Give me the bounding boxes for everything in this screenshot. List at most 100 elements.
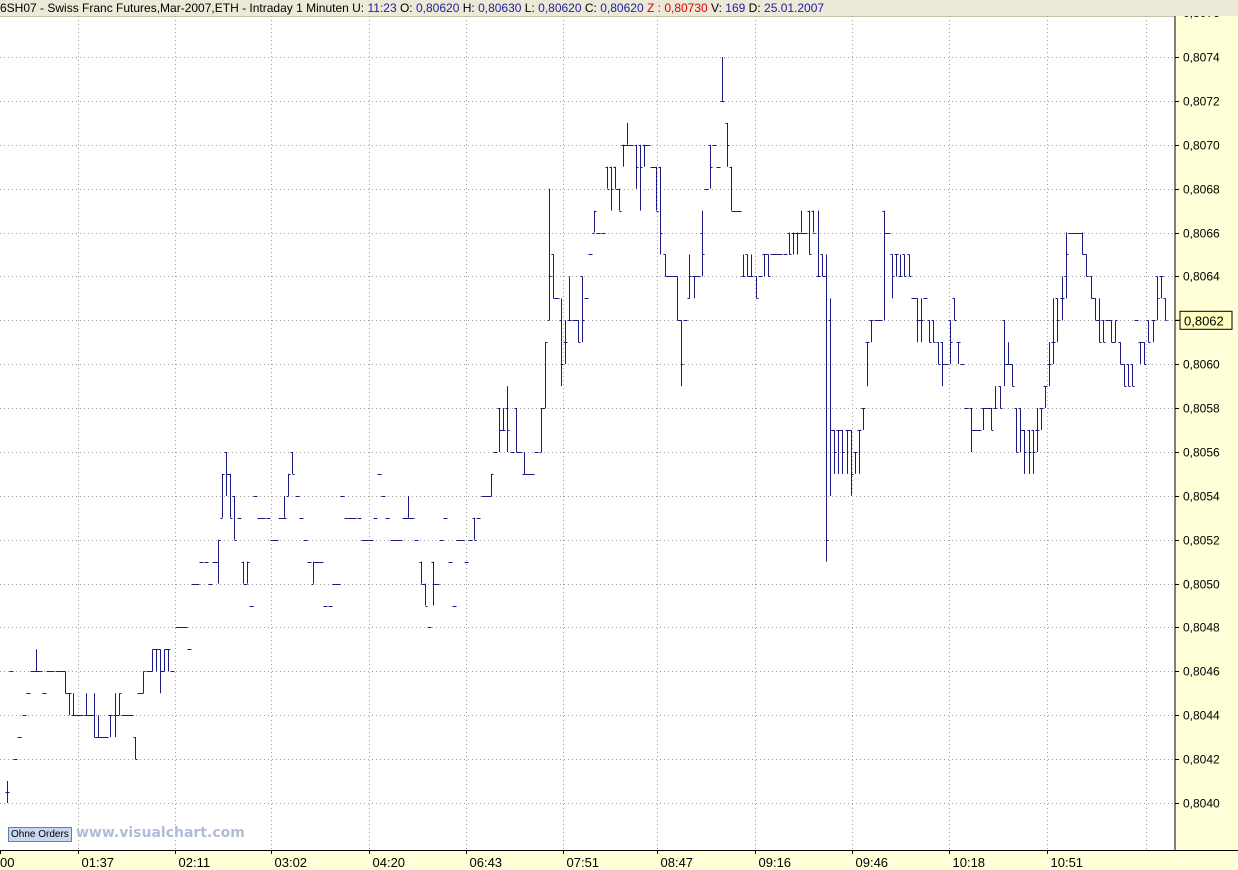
ohlc-bar xyxy=(1035,408,1040,452)
ohlc-bar xyxy=(497,408,502,452)
ohlc-bar xyxy=(216,539,221,584)
ohlc-bar xyxy=(613,166,618,190)
ohlc-bar xyxy=(816,210,821,277)
ohlc-bar xyxy=(745,254,750,277)
y-tick-label: 0,8066 xyxy=(1183,227,1220,241)
ohlc-bar xyxy=(158,649,163,694)
ohlc-bar xyxy=(1163,298,1168,321)
ohlc-bar xyxy=(5,781,10,803)
ohlc-bar xyxy=(638,144,643,211)
ohlc-bar xyxy=(807,210,812,255)
ohlc-bar xyxy=(1043,386,1048,409)
ohlc-bar xyxy=(1051,298,1056,365)
ohlc-bar xyxy=(708,144,713,189)
ohlc-bar xyxy=(700,210,705,277)
ohlc-bar xyxy=(96,715,101,738)
ohlc-bar xyxy=(675,276,680,321)
price-chart[interactable]: 0,8040 0,8042 0,8044 0,8046 0,8048 0,8050 0,80… xyxy=(0,16,1238,870)
y-tick-label: 0,8040 xyxy=(1183,797,1220,811)
y-tick-label: 0,8072 xyxy=(1183,95,1220,109)
y-tick-label: 0,8060 xyxy=(1183,358,1220,372)
ohlc-bar xyxy=(1146,320,1151,343)
z-label: Z : xyxy=(646,1,661,15)
ohlc-bar xyxy=(766,254,771,277)
ohlc-bar xyxy=(927,320,932,343)
ohlc-bar xyxy=(232,495,237,541)
ohlc-bar xyxy=(840,430,845,474)
ohlc-bar xyxy=(1006,342,1011,365)
ohlc-bar xyxy=(795,232,800,255)
ohlc-bar xyxy=(592,210,597,234)
ohlc-bar xyxy=(1080,232,1085,255)
ohlc-bar xyxy=(522,451,527,475)
ohlc-bar xyxy=(1002,320,1007,387)
ohlc-bar xyxy=(543,342,548,409)
v-value: 169 xyxy=(725,1,746,15)
ohlc-bar xyxy=(679,320,684,387)
ohlc-bar xyxy=(63,671,68,694)
ohlc-bar xyxy=(1089,276,1094,299)
ohlc-bar xyxy=(824,254,829,562)
y-tick-label: 0,8056 xyxy=(1183,446,1220,460)
ohne-orders-button[interactable]: Ohne Orders xyxy=(8,827,72,842)
ohlc-bar xyxy=(228,473,233,519)
ohlc-bar xyxy=(1155,276,1160,321)
ohlc-bar xyxy=(1159,276,1164,299)
x-tick-label: 02:11 xyxy=(179,855,211,870)
ohlc-bar xyxy=(419,561,424,585)
y-tick-label: 0,8074 xyxy=(1183,51,1220,65)
y-tick-label: 0,8076 xyxy=(1183,16,1220,20)
ohlc-bar xyxy=(1118,342,1123,365)
u-label: U: xyxy=(352,1,365,15)
ohlc-bar xyxy=(993,386,998,409)
l-value: 0,80620 xyxy=(538,1,582,15)
ohlc-bar xyxy=(663,254,668,277)
ohlc-bar xyxy=(621,144,626,167)
ohlc-bar xyxy=(861,408,866,430)
ohlc-bar xyxy=(791,232,796,255)
ohlc-bar xyxy=(71,693,76,716)
ohlc-bar xyxy=(1113,320,1118,343)
x-tick-label: 00 xyxy=(0,855,14,870)
ohlc-bar xyxy=(720,57,725,102)
ohlc-bar xyxy=(882,210,887,321)
ohlc-bar xyxy=(998,386,1003,409)
ohlc-bar xyxy=(634,144,639,189)
ohlc-bar xyxy=(1018,408,1023,452)
ohlc-bar xyxy=(431,561,436,606)
ohlc-bar xyxy=(799,210,804,234)
y-tick-label: 0,8050 xyxy=(1183,578,1220,592)
ohlc-bar xyxy=(931,320,936,343)
ohlc-bar xyxy=(919,298,924,343)
x-tick-label: 10:51 xyxy=(1051,855,1084,870)
o-label: O: xyxy=(399,1,413,15)
x-tick-label: 01:37 xyxy=(82,855,115,870)
y-tick-label: 0,8046 xyxy=(1183,665,1220,679)
ohlc-bar xyxy=(1027,430,1032,474)
ohlc-bar xyxy=(501,408,506,431)
ohlc-bar xyxy=(741,254,746,277)
ohlc-bar xyxy=(311,561,316,585)
ohlc-bar xyxy=(92,693,97,738)
c-value: 0,80620 xyxy=(600,1,644,15)
ohlc-bar xyxy=(956,342,961,365)
watermark: www.visualchart.com xyxy=(76,825,245,841)
ohlc-bar xyxy=(609,166,614,211)
ohlc-bar xyxy=(952,298,957,321)
ohlc-bar xyxy=(472,517,477,541)
z-value: 0,80730 xyxy=(664,1,708,15)
ohlc-bar xyxy=(84,693,89,716)
ohlc-bar xyxy=(1126,364,1131,387)
ohlc-bar xyxy=(423,583,428,607)
ohlc-bar xyxy=(154,649,159,672)
ohlc-bar xyxy=(141,671,146,694)
ohlc-bar xyxy=(894,254,899,277)
last-price-label: 0,8062 xyxy=(1184,313,1224,328)
ohlc-bar xyxy=(642,144,647,167)
ohlc-bar xyxy=(936,342,941,365)
ohlc-bar xyxy=(828,298,833,496)
d-label: D: xyxy=(748,1,761,15)
u-value: 11:23 xyxy=(367,1,397,15)
symbol-title: 6SH07 - Swiss Franc Futures,Mar-2007,ETH… xyxy=(0,1,349,15)
ohlc-bar xyxy=(845,430,850,474)
